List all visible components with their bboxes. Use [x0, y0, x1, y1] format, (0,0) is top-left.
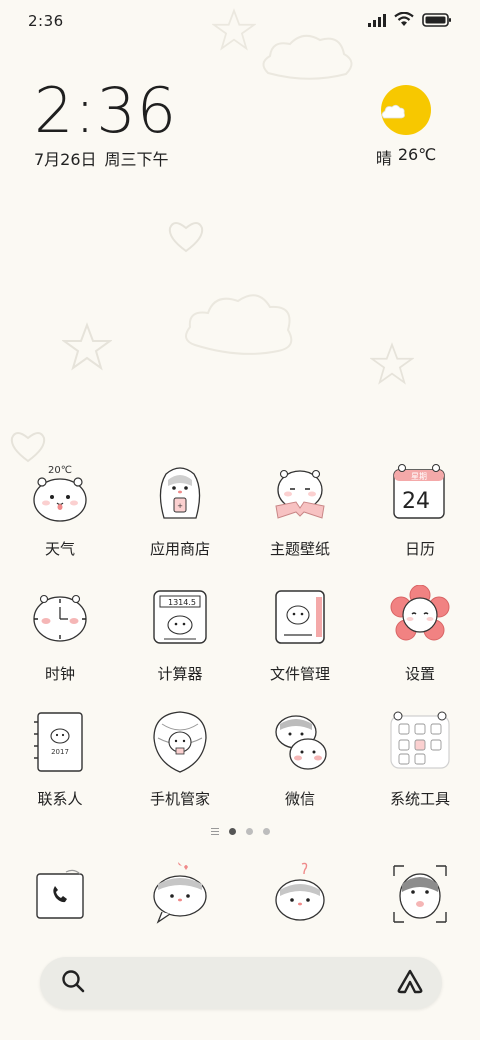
app-label: 设置	[404, 665, 435, 683]
search-icon[interactable]	[60, 968, 86, 998]
app-row: 时钟 1314.5 计算器 文件管理 设置	[0, 585, 480, 710]
app-label: 天气	[44, 540, 75, 558]
app-clock[interactable]: 时钟	[0, 585, 120, 710]
clock-date: 7月26日	[34, 150, 97, 169]
app-theme-wallpaper[interactable]: 主题壁纸	[240, 460, 360, 585]
app-system-tools[interactable]: 系统工具	[360, 710, 480, 835]
menu-lines-icon	[210, 828, 219, 835]
calculator-display: 1314.5	[168, 598, 196, 607]
hamster-messages-icon	[148, 862, 212, 926]
weather-temperature: 26℃	[397, 145, 437, 164]
app-row: 2017 联系人 手机管家 微信 系统工具	[0, 710, 480, 835]
status-bar: 2:36	[0, 0, 480, 42]
weather-icon-temp: 20℃	[48, 465, 72, 476]
weather-condition: 晴	[375, 149, 392, 168]
hamster-browser-icon	[268, 862, 332, 926]
dock-messages[interactable]	[120, 862, 240, 926]
calendar-day: 24	[402, 489, 430, 514]
page-dot	[245, 828, 253, 835]
app-contacts[interactable]: 2017 联系人	[0, 710, 120, 835]
svg-text:+: +	[177, 502, 183, 510]
sun-cloud-icon	[380, 84, 432, 136]
dock-phone[interactable]	[0, 862, 120, 926]
hamster-clock-icon	[28, 585, 92, 649]
clock-time: 2:36	[34, 74, 178, 147]
app-label: 主题壁纸	[269, 540, 330, 558]
app-app-store[interactable]: + 应用商店	[120, 460, 240, 585]
background-star-doodle	[62, 322, 112, 372]
app-file-manager[interactable]: 文件管理	[240, 585, 360, 710]
background-cloud-doodle	[180, 285, 300, 365]
status-icons	[368, 11, 452, 31]
app-weather[interactable]: 20℃ 天气	[0, 460, 120, 585]
system-tools-folder-icon	[388, 710, 452, 774]
background-heart-doodle	[8, 428, 48, 464]
status-time: 2:36	[28, 12, 64, 30]
background-star-doodle	[370, 342, 414, 386]
page-dot-active	[228, 828, 236, 835]
app-grid: 20℃ 天气 + 应用商店 主题壁纸 星期 24 日历 时钟 1314.5 计算…	[0, 460, 480, 835]
signal-icon	[368, 12, 386, 31]
weather-text: 晴 26℃	[366, 145, 446, 169]
battery-icon	[422, 12, 452, 31]
phone-icon	[28, 862, 92, 926]
page-indicator[interactable]	[0, 828, 480, 835]
app-label: 手机管家	[149, 790, 210, 808]
weather-widget[interactable]: 晴 26℃	[366, 84, 446, 169]
dock	[0, 862, 480, 926]
wifi-icon	[394, 11, 414, 31]
app-label: 联系人	[37, 790, 83, 808]
file-manager-icon	[268, 585, 332, 649]
app-label: 系统工具	[389, 790, 450, 808]
hamster-app-store-icon: +	[148, 460, 212, 524]
app-label: 文件管理	[269, 665, 330, 683]
search-bar[interactable]	[40, 957, 442, 1009]
app-settings[interactable]: 设置	[360, 585, 480, 710]
contacts-caption: 2017	[51, 748, 69, 756]
hamster-camera-icon	[388, 862, 452, 926]
app-calendar[interactable]: 星期 24 日历	[360, 460, 480, 585]
background-heart-doodle	[166, 218, 206, 254]
clock-widget[interactable]: 2:36 7月26日 周三下午	[34, 78, 274, 170]
hamster-security-icon	[148, 710, 212, 774]
app-row: 20℃ 天气 + 应用商店 主题壁纸 星期 24 日历	[0, 460, 480, 585]
calendar-header: 星期	[411, 472, 427, 481]
date-line: 7月26日 周三下午	[34, 146, 274, 170]
dock-camera[interactable]	[360, 862, 480, 926]
app-label: 日历	[404, 540, 435, 558]
hamster-theme-icon	[268, 460, 332, 524]
flower-settings-icon	[388, 585, 452, 649]
calculator-icon: 1314.5	[148, 585, 212, 649]
clock-weekday-period: 周三下午	[104, 150, 169, 169]
assistant-icon[interactable]	[396, 968, 424, 998]
app-phone-manager[interactable]: 手机管家	[120, 710, 240, 835]
app-label: 应用商店	[149, 540, 210, 558]
app-label: 微信	[284, 790, 315, 808]
app-calculator[interactable]: 1314.5 计算器	[120, 585, 240, 710]
hamster-weather-icon: 20℃	[28, 460, 92, 524]
page-dot	[262, 828, 270, 835]
dock-browser[interactable]	[240, 862, 360, 926]
calendar-icon: 星期 24	[388, 460, 452, 524]
app-label: 计算器	[157, 665, 203, 683]
hamster-wechat-icon	[268, 710, 332, 774]
contacts-book-icon: 2017	[28, 710, 92, 774]
app-label: 时钟	[44, 665, 75, 683]
app-wechat[interactable]: 微信	[240, 710, 360, 835]
